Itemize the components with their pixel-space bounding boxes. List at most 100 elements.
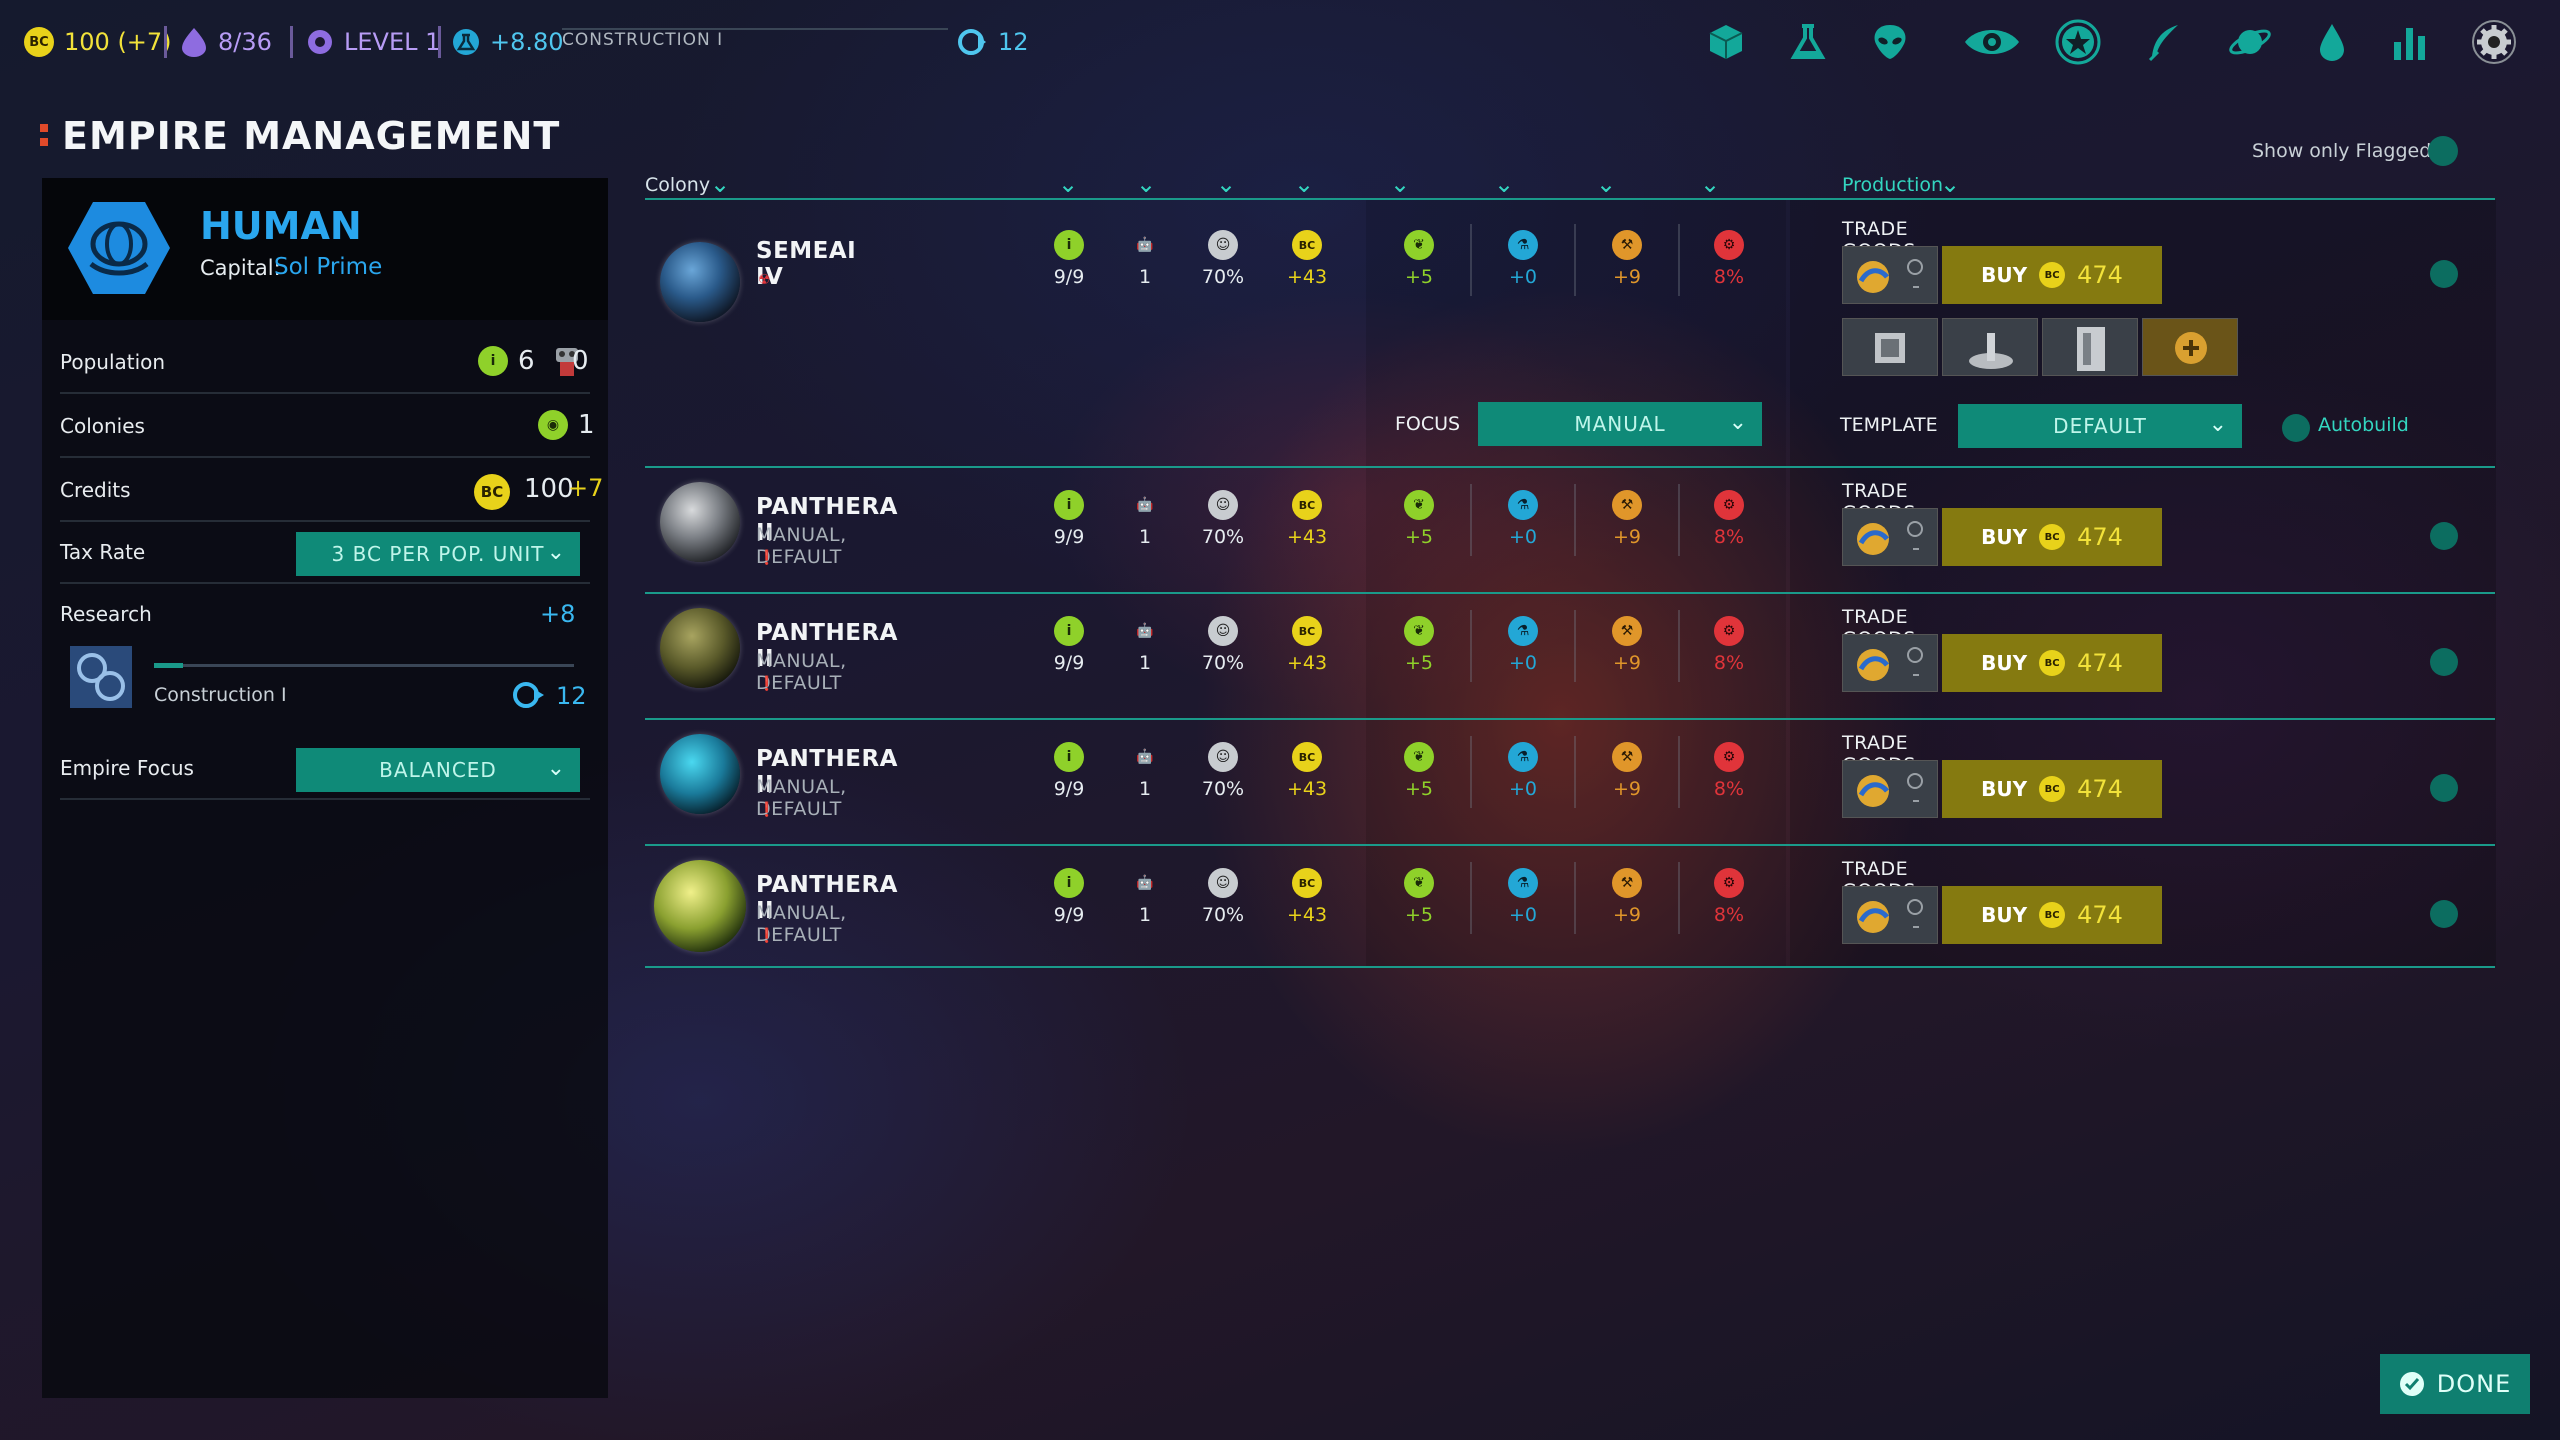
show-only-flagged-toggle[interactable] (2428, 136, 2458, 166)
empire-focus-dropdown[interactable]: BALANCED ⌄ (296, 748, 580, 792)
column-divider (1678, 610, 1680, 682)
approval-value: 70% (1201, 778, 1245, 800)
autobuild-label[interactable]: Autobuild (2318, 414, 2409, 436)
credits-coin-icon: BC (24, 27, 54, 57)
buy-cost: 474 (2077, 649, 2123, 677)
command-resource[interactable]: 8/36 (180, 22, 272, 62)
trade-goods-slot[interactable] (1842, 886, 1938, 944)
capital-link[interactable]: Sol Prime (274, 254, 382, 280)
buy-button[interactable]: BUY BC 474 (1942, 246, 2162, 304)
population-sort-chevron-icon[interactable]: ⌄ (1058, 170, 1078, 198)
gear-icon[interactable] (2470, 18, 2518, 66)
trade-goods-slot[interactable] (1842, 246, 1938, 304)
planet-icon[interactable] (660, 482, 740, 562)
eye-icon[interactable] (1960, 18, 2024, 66)
tax-rate-label: Tax Rate (60, 540, 146, 564)
defense-sort-chevron-icon[interactable]: ⌄ (1700, 170, 1720, 198)
planet-icon[interactable] (654, 860, 746, 952)
column-divider (1678, 862, 1680, 934)
trade-goods-slot[interactable] (1842, 508, 1938, 566)
buy-button[interactable]: BUY BC 474 (1942, 508, 2162, 566)
flag-toggle[interactable] (2430, 260, 2458, 288)
bar-chart-icon[interactable] (2386, 18, 2434, 66)
cube-icon[interactable] (1702, 18, 1750, 66)
buy-label: BUY (1981, 525, 2028, 549)
buy-button[interactable]: BUY BC 474 (1942, 760, 2162, 818)
approval-icon: ☺ (1208, 230, 1238, 260)
workers-value: 1 (1138, 652, 1152, 674)
quill-icon[interactable] (2140, 18, 2188, 66)
trade-goods-slot[interactable] (1842, 634, 1938, 692)
building-slot[interactable] (1942, 318, 2038, 376)
autobuild-toggle[interactable] (2282, 414, 2310, 442)
pop-value: 9/9 (1053, 778, 1085, 800)
template-dropdown[interactable]: DEFAULT ⌄ (1958, 404, 2242, 448)
chevron-down-icon[interactable]: ⌄ (710, 170, 730, 198)
industry-sort-chevron-icon[interactable]: ⌄ (1596, 170, 1616, 198)
research-progress-fill (154, 663, 184, 668)
workers-value: 1 (1138, 266, 1152, 288)
row-divider (645, 592, 2495, 594)
workers-value: 1 (1138, 904, 1152, 926)
credits-value: +43 (1286, 526, 1328, 548)
divider (290, 26, 293, 58)
colony-column-header[interactable]: Colony (645, 174, 710, 196)
production-column-header[interactable]: Production (1842, 174, 1943, 196)
level-resource[interactable]: LEVEL 1 (306, 22, 440, 62)
flask-icon[interactable] (1784, 18, 1832, 66)
research-sort-chevron-icon[interactable]: ⌄ (1494, 170, 1514, 198)
planet-icon[interactable] (660, 734, 740, 814)
research-resource[interactable]: +8.80 (452, 22, 564, 62)
credits-value: +43 (1286, 778, 1328, 800)
column-divider (1678, 484, 1680, 556)
alert-icon: ❗ (758, 550, 776, 566)
defense-icon: ⚙ (1714, 742, 1744, 772)
worker-icon: 🤖 (1136, 497, 1154, 513)
research-progress-track (154, 664, 574, 667)
research-value: +0 (1508, 266, 1537, 288)
pop-value: 9/9 (1053, 526, 1085, 548)
research-turns: 12 (556, 682, 587, 710)
star-icon[interactable] (2054, 18, 2102, 66)
credits-delta: +7 (568, 474, 604, 502)
research-block[interactable]: Research +8 Construction I 12 (60, 584, 590, 732)
credits-label: Credits (60, 478, 131, 502)
flag-toggle[interactable] (2430, 522, 2458, 550)
planet-icon[interactable] (660, 608, 740, 688)
research-icon (453, 29, 479, 55)
alert-icon: ❗ (758, 802, 776, 818)
planet-icon[interactable] (2226, 18, 2274, 66)
worker-icon: 🤖 (1136, 875, 1154, 891)
approval-icon: ☺ (1208, 490, 1238, 520)
trade-goods-slot[interactable] (1842, 760, 1938, 818)
credits-coin-icon: BC (1292, 868, 1322, 898)
check-circle-icon (2399, 1372, 2424, 1396)
drop-icon[interactable] (2308, 18, 2356, 66)
buy-button[interactable]: BUY BC 474 (1942, 886, 2162, 944)
colony-focus-dropdown[interactable]: MANUAL ⌄ (1478, 402, 1762, 446)
credits-sort-chevron-icon[interactable]: ⌄ (1294, 170, 1314, 198)
approval-sort-chevron-icon[interactable]: ⌄ (1216, 170, 1236, 198)
workers-sort-chevron-icon[interactable]: ⌄ (1136, 170, 1156, 198)
building-slot[interactable] (1842, 318, 1938, 376)
done-button[interactable]: DONE (2380, 1354, 2530, 1414)
tax-rate-dropdown[interactable]: 3 BC PER POP. UNIT ⌄ (296, 532, 580, 576)
credits-resource[interactable]: BC 100 (+7) (24, 22, 172, 62)
building-slot[interactable] (2042, 318, 2138, 376)
alien-icon[interactable] (1866, 18, 1914, 66)
flag-toggle[interactable] (2430, 648, 2458, 676)
chevron-down-icon: ⌄ (2208, 412, 2228, 437)
flag-toggle[interactable] (2430, 774, 2458, 802)
buy-button[interactable]: BUY BC 474 (1942, 634, 2162, 692)
food-sort-chevron-icon[interactable]: ⌄ (1390, 170, 1410, 198)
credits-coin-icon: BC (1292, 230, 1322, 260)
research-rate: +8.80 (490, 28, 564, 56)
flag-toggle[interactable] (2430, 900, 2458, 928)
chevron-down-icon[interactable]: ⌄ (1940, 170, 1960, 198)
worker-icon: 🤖 (1136, 237, 1154, 253)
food-value: +5 (1404, 526, 1433, 548)
add-to-queue-button[interactable] (2142, 318, 2238, 376)
planet-icon[interactable] (660, 242, 740, 322)
chevron-down-icon: ⌄ (1728, 410, 1748, 435)
colony-name[interactable]: SEMEAI IV (756, 238, 856, 290)
